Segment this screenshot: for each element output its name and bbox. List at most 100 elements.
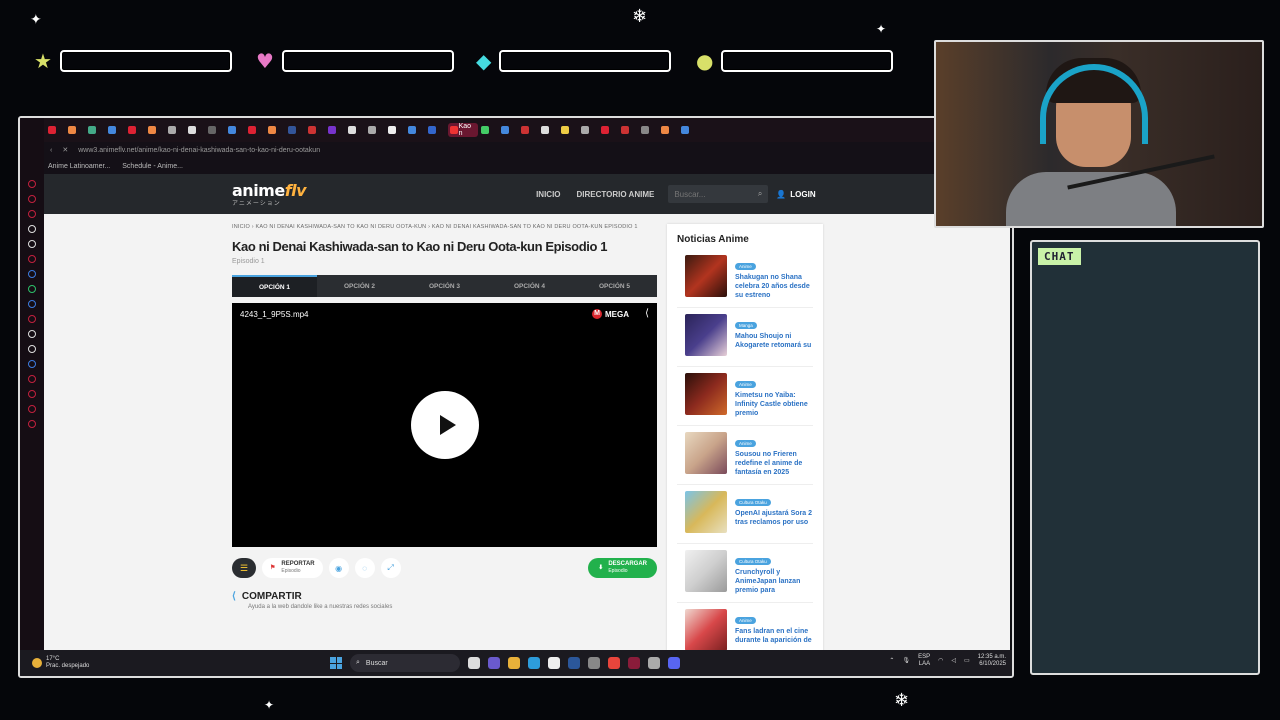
news-thumbnail[interactable] (685, 550, 727, 592)
browser-tab[interactable] (328, 123, 345, 137)
search-icon[interactable]: ⌕ (758, 189, 762, 199)
sidebar-app-icon[interactable] (28, 225, 36, 233)
search-box[interactable]: ⌕ (668, 185, 769, 203)
news-headline[interactable]: Fans ladran en el cine durante la aparic… (735, 627, 813, 645)
bookmark-item[interactable]: Anime Latinoamer... (48, 163, 110, 170)
browser-tab[interactable] (208, 123, 225, 137)
news-item[interactable]: Manga Mahou Shoujo ni Akogarete retomará … (677, 314, 813, 367)
nav-item-directorio[interactable]: DIRECTORIO ANIME (577, 190, 655, 199)
app-icon[interactable] (588, 657, 600, 669)
volume-icon[interactable]: ◁ (951, 658, 956, 665)
news-thumbnail[interactable] (685, 373, 727, 415)
login-button[interactable]: 👤 LOGIN (776, 190, 815, 199)
browser-tab[interactable] (501, 123, 518, 137)
browser-tab[interactable] (168, 123, 185, 137)
browser-tab[interactable] (188, 123, 205, 137)
browser-tab[interactable] (308, 123, 325, 137)
browser-tab[interactable] (228, 123, 245, 137)
nav-item-inicio[interactable]: INICIO (536, 190, 560, 199)
browser-tab[interactable] (621, 123, 638, 137)
news-thumbnail[interactable] (685, 255, 727, 297)
browser-tab[interactable] (641, 123, 658, 137)
news-thumbnail[interactable] (685, 314, 727, 356)
tab-option-4[interactable]: OPCIÓN 4 (487, 275, 572, 297)
news-headline[interactable]: Mahou Shoujo ni Akogarete retomará su (735, 332, 813, 350)
wifi-icon[interactable]: ◠ (938, 658, 943, 665)
share-icon[interactable]: ⟨ (645, 308, 649, 319)
tab-option-5[interactable]: OPCIÓN 5 (572, 275, 657, 297)
settings-icon[interactable] (28, 420, 36, 428)
news-thumbnail[interactable] (685, 609, 727, 651)
news-headline[interactable]: Shakugan no Shana celebra 20 años desde … (735, 273, 813, 300)
tab-option-2[interactable]: OPCIÓN 2 (317, 275, 402, 297)
browser-tab-active[interactable]: Kao n (448, 123, 478, 137)
browser-tab[interactable] (68, 123, 85, 137)
browser-tab[interactable] (268, 123, 285, 137)
store-icon[interactable] (548, 657, 560, 669)
browser-tab[interactable] (88, 123, 105, 137)
browser-tab[interactable] (681, 123, 698, 137)
x-icon[interactable] (28, 345, 36, 353)
address-bar[interactable]: ‹ ✕ www3.animeflv.net/anime/kao-ni-denai… (20, 142, 1012, 158)
sidebar-app-icon[interactable] (28, 255, 36, 263)
expand-button[interactable]: ⤢ (380, 558, 401, 578)
chevron-up-icon[interactable]: ⌃ (889, 658, 894, 665)
windows-start-icon[interactable] (330, 657, 342, 669)
news-headline[interactable]: Crunchyroll y AnimeJapan lanzan premio p… (735, 568, 813, 595)
news-item[interactable]: Anime Kimetsu no Yaiba: Infinity Castle o… (677, 373, 813, 426)
tab-option-3[interactable]: OPCIÓN 3 (402, 275, 487, 297)
browser-tab[interactable] (561, 123, 578, 137)
news-item[interactable]: Anime Sousou no Frieren redefine el anime… (677, 432, 813, 485)
app-icon[interactable] (488, 657, 500, 669)
news-headline[interactable]: OpenAI ajustará Sora 2 tras reclamos por… (735, 509, 813, 527)
messenger-icon[interactable] (28, 270, 36, 278)
site-logo[interactable]: animeflv アニメーション (232, 181, 307, 207)
search-input[interactable] (674, 189, 745, 199)
sidebar-app-icon[interactable] (28, 405, 36, 413)
browser-tab[interactable] (601, 123, 618, 137)
sidebar-app-icon[interactable] (28, 210, 36, 218)
tiktok-icon[interactable] (28, 330, 36, 338)
opera-icon[interactable] (628, 657, 640, 669)
task-view-icon[interactable] (468, 657, 480, 669)
news-item[interactable]: Anime Shakugan no Shana celebra 20 años d… (677, 255, 813, 308)
browser-tab[interactable] (368, 123, 385, 137)
back-icon[interactable]: ‹ (50, 147, 52, 154)
news-headline[interactable]: Kimetsu no Yaiba: Infinity Castle obtien… (735, 391, 813, 418)
eye-button[interactable]: ◉ (328, 558, 349, 578)
telegram-icon[interactable] (28, 300, 36, 308)
play-button[interactable] (411, 391, 479, 459)
browser-tab[interactable] (128, 123, 145, 137)
browser-tab[interactable] (541, 123, 558, 137)
news-headline[interactable]: Sousou no Frieren redefine el anime de f… (735, 450, 813, 477)
battery-icon[interactable]: ▭ (964, 658, 970, 665)
sidebar-app-icon[interactable] (28, 390, 36, 398)
report-button[interactable]: ⚑ REPORTAR Episodio (262, 558, 323, 578)
browser-tab[interactable] (388, 123, 405, 137)
whatsapp-icon[interactable] (28, 285, 36, 293)
browser-tab[interactable] (521, 123, 538, 137)
news-item[interactable]: Cultura Otaku OpenAI ajustará Sora 2 tras… (677, 491, 813, 544)
browser-tab[interactable] (348, 123, 365, 137)
tab-option-1[interactable]: OPCIÓN 1 (232, 275, 317, 297)
app-icon[interactable] (668, 657, 680, 669)
news-thumbnail[interactable] (685, 432, 727, 474)
word-icon[interactable] (568, 657, 580, 669)
news-item[interactable]: Cultura Otaku Crunchyroll y AnimeJapan la… (677, 550, 813, 603)
chrome-icon[interactable] (608, 657, 620, 669)
browser-tab[interactable] (48, 123, 65, 137)
browser-tab[interactable] (481, 123, 498, 137)
weather-widget[interactable]: 17°C Prac. despejado (20, 656, 89, 670)
sidebar-app-icon[interactable] (28, 240, 36, 248)
download-button[interactable]: ⬇ DESCARGAR Episodio (588, 558, 657, 578)
reload-icon[interactable]: ✕ (62, 146, 68, 154)
browser-tab[interactable] (248, 123, 265, 137)
instagram-icon[interactable] (28, 315, 36, 323)
language-indicator[interactable]: ESP LAA (918, 654, 930, 668)
episode-list-button[interactable]: ☰ (232, 558, 256, 578)
news-item[interactable]: Anime Fans ladran en el cine durante la a… (677, 609, 813, 654)
mic-icon[interactable]: 🎙 (902, 658, 910, 665)
browser-tab[interactable] (108, 123, 125, 137)
bookmark-item[interactable]: Schedule - Anime... (122, 163, 183, 170)
breadcrumb[interactable]: INICIO › KAO NI DENAI KASHIWADA-SAN TO K… (232, 224, 657, 230)
